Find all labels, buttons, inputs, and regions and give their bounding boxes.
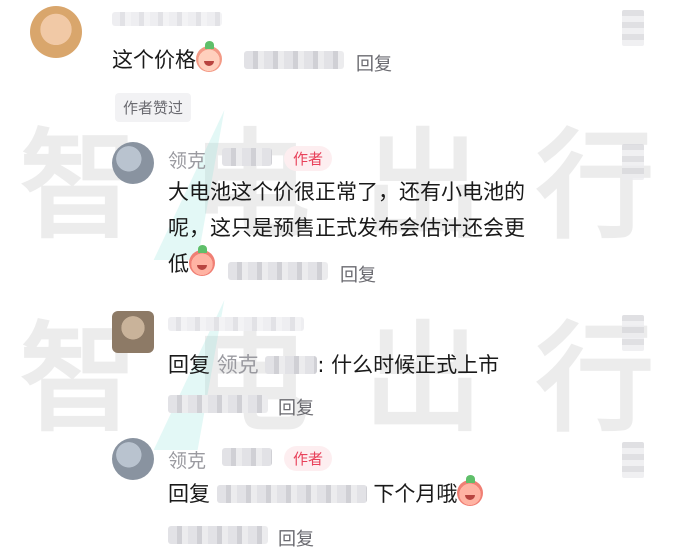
avatar[interactable]	[30, 6, 82, 58]
comment-2: 领克 作者 大电池这个价很正常了，还有小电池的 呢，这只是预售正式发布会估计还会…	[0, 130, 680, 290]
target-name-redacted	[216, 485, 367, 503]
reply-prefix: 回复	[168, 353, 210, 377]
timestamp-redacted	[244, 51, 344, 69]
avatar[interactable]	[112, 142, 154, 184]
comment-4: 领克 作者 回复 下个月哦 回复	[0, 432, 680, 552]
peach-face-emoji	[457, 475, 484, 506]
timestamp-redacted	[228, 262, 328, 280]
author-liked-tag: 作者赞过	[115, 93, 192, 122]
like-icon[interactable]	[622, 10, 644, 46]
comment-text-content: 这个价格	[112, 48, 196, 72]
username[interactable]: 领克	[168, 146, 206, 173]
like-icon[interactable]	[622, 315, 644, 351]
timestamp-redacted	[168, 526, 268, 544]
username-redacted	[222, 148, 272, 166]
comment-1: 这个价格 回复 作者赞过	[0, 0, 680, 122]
username-redacted[interactable]	[112, 12, 222, 26]
reply-button[interactable]: 回复	[340, 261, 376, 287]
timestamp-redacted	[168, 395, 268, 413]
reply-button[interactable]: 回复	[356, 50, 392, 76]
comment-text: 回复 领克 : 什么时候正式上市	[168, 347, 499, 383]
avatar[interactable]	[112, 438, 154, 480]
crying-face-emoji	[196, 41, 222, 72]
reply-button[interactable]: 回复	[278, 525, 314, 551]
reply-button[interactable]: 回复	[278, 394, 314, 420]
author-badge: 作者	[284, 446, 333, 471]
like-icon[interactable]	[622, 144, 644, 180]
comment-3: 回复 领克 : 什么时候正式上市 回复	[0, 305, 680, 425]
author-badge: 作者	[284, 146, 333, 171]
username-redacted	[222, 448, 272, 466]
username-redacted[interactable]	[168, 317, 304, 331]
comment-line-1: 大电池这个价很正常了，还有小电池的	[168, 180, 525, 204]
target-name-redacted	[265, 356, 318, 374]
reply-target[interactable]: 领克	[217, 353, 259, 377]
comment-line-3-text: 低	[168, 252, 189, 276]
comment-text-content: 下个月哦	[373, 482, 458, 506]
username[interactable]: 领克	[168, 446, 206, 473]
comment-text-content: : 什么时候正式上市	[317, 353, 500, 377]
peach-face-emoji	[189, 245, 215, 276]
comment-text: 这个价格	[112, 41, 222, 78]
like-icon[interactable]	[622, 442, 644, 478]
reply-prefix: 回复	[168, 482, 210, 506]
comment-text: 回复 下个月哦	[168, 475, 484, 512]
avatar[interactable]	[112, 311, 154, 353]
comment-line-2: 呢，这只是预售正式发布会估计还会更	[168, 216, 525, 240]
